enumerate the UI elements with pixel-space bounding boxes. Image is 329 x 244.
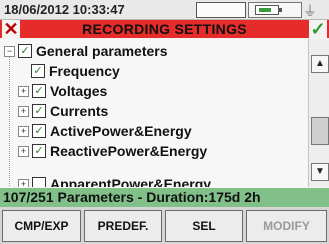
tree-item-reactive-power[interactable]: + ✓ ReactivePower&Energy	[18, 141, 207, 161]
expand-icon[interactable]: +	[18, 105, 29, 117]
confirm-icon[interactable]: ✓	[309, 20, 327, 38]
expand-icon[interactable]: +	[18, 125, 29, 137]
tree-item-label: ApparentPower&Energy	[50, 176, 212, 187]
scroll-thumb[interactable]	[311, 117, 329, 145]
power-plug-icon: ⏚	[303, 3, 317, 19]
scroll-up-icon[interactable]: ▲	[311, 55, 329, 73]
tree-item-label: Voltages	[50, 83, 108, 99]
parameter-tree: − ✓ General parameters ✓ Frequency + ✓ V…	[0, 39, 307, 187]
tree-item-voltages[interactable]: + ✓ Voltages	[18, 81, 107, 101]
expand-icon[interactable]: +	[18, 178, 29, 187]
status-indicator-box	[196, 2, 246, 18]
tree-item-active-power[interactable]: + ✓ ActivePower&Energy	[18, 121, 192, 141]
modify-button[interactable]: MODIFY	[246, 210, 327, 242]
expand-icon[interactable]: +	[18, 145, 29, 157]
checkbox-voltages[interactable]: ✓	[32, 84, 46, 98]
cmp-exp-button[interactable]: CMP/EXP	[2, 210, 81, 242]
tree-line	[9, 54, 10, 187]
tree-item-label: ReactivePower&Energy	[50, 143, 208, 159]
status-bar: 18/06/2012 10:33:47 ⏚	[0, 0, 329, 20]
vertical-scrollbar[interactable]: ▲ ▼	[308, 39, 329, 187]
expand-icon[interactable]: +	[18, 85, 29, 97]
checkbox-general-parameters[interactable]: ✓	[18, 44, 32, 58]
collapse-icon[interactable]: −	[4, 45, 15, 57]
checkbox-apparent-power[interactable]	[32, 177, 46, 187]
recording-settings-screen: 18/06/2012 10:33:47 ⏚ ✕ RECORDING SETTIN…	[0, 0, 329, 244]
parameters-duration-text: 107/251 Parameters - Duration:175d 2h	[3, 189, 261, 205]
tree-item-general-parameters[interactable]: − ✓ General parameters	[4, 41, 168, 61]
checkbox-currents[interactable]: ✓	[32, 104, 46, 118]
tree-item-label: Frequency	[49, 63, 120, 79]
scroll-down-icon[interactable]: ▼	[311, 163, 329, 181]
checkbox-frequency[interactable]: ✓	[31, 64, 45, 78]
tree-item-currents[interactable]: + ✓ Currents	[18, 101, 108, 121]
page-title: RECORDING SETTINGS	[82, 21, 247, 37]
tree-item-label: ActivePower&Energy	[50, 123, 192, 139]
title-bar: ✕ RECORDING SETTINGS ✓	[0, 20, 329, 38]
info-bar: 107/251 Parameters - Duration:175d 2h	[0, 188, 329, 207]
checkbox-active-power[interactable]: ✓	[32, 124, 46, 138]
datetime: 18/06/2012 10:33:47	[4, 2, 125, 17]
predef-button[interactable]: PREDEF.	[84, 210, 162, 242]
tree-item-label: Currents	[50, 103, 109, 119]
tree-item-label: General parameters	[36, 43, 168, 59]
function-buttons: CMP/EXP PREDEF. SEL MODIFY	[0, 207, 329, 244]
checkbox-reactive-power[interactable]: ✓	[32, 144, 46, 158]
cancel-icon[interactable]: ✕	[2, 20, 20, 38]
tree-item-apparent-power[interactable]: + ApparentPower&Energy	[18, 174, 211, 187]
battery-icon	[248, 2, 302, 18]
sel-button[interactable]: SEL	[165, 210, 243, 242]
tree-item-frequency[interactable]: ✓ Frequency	[31, 61, 120, 81]
